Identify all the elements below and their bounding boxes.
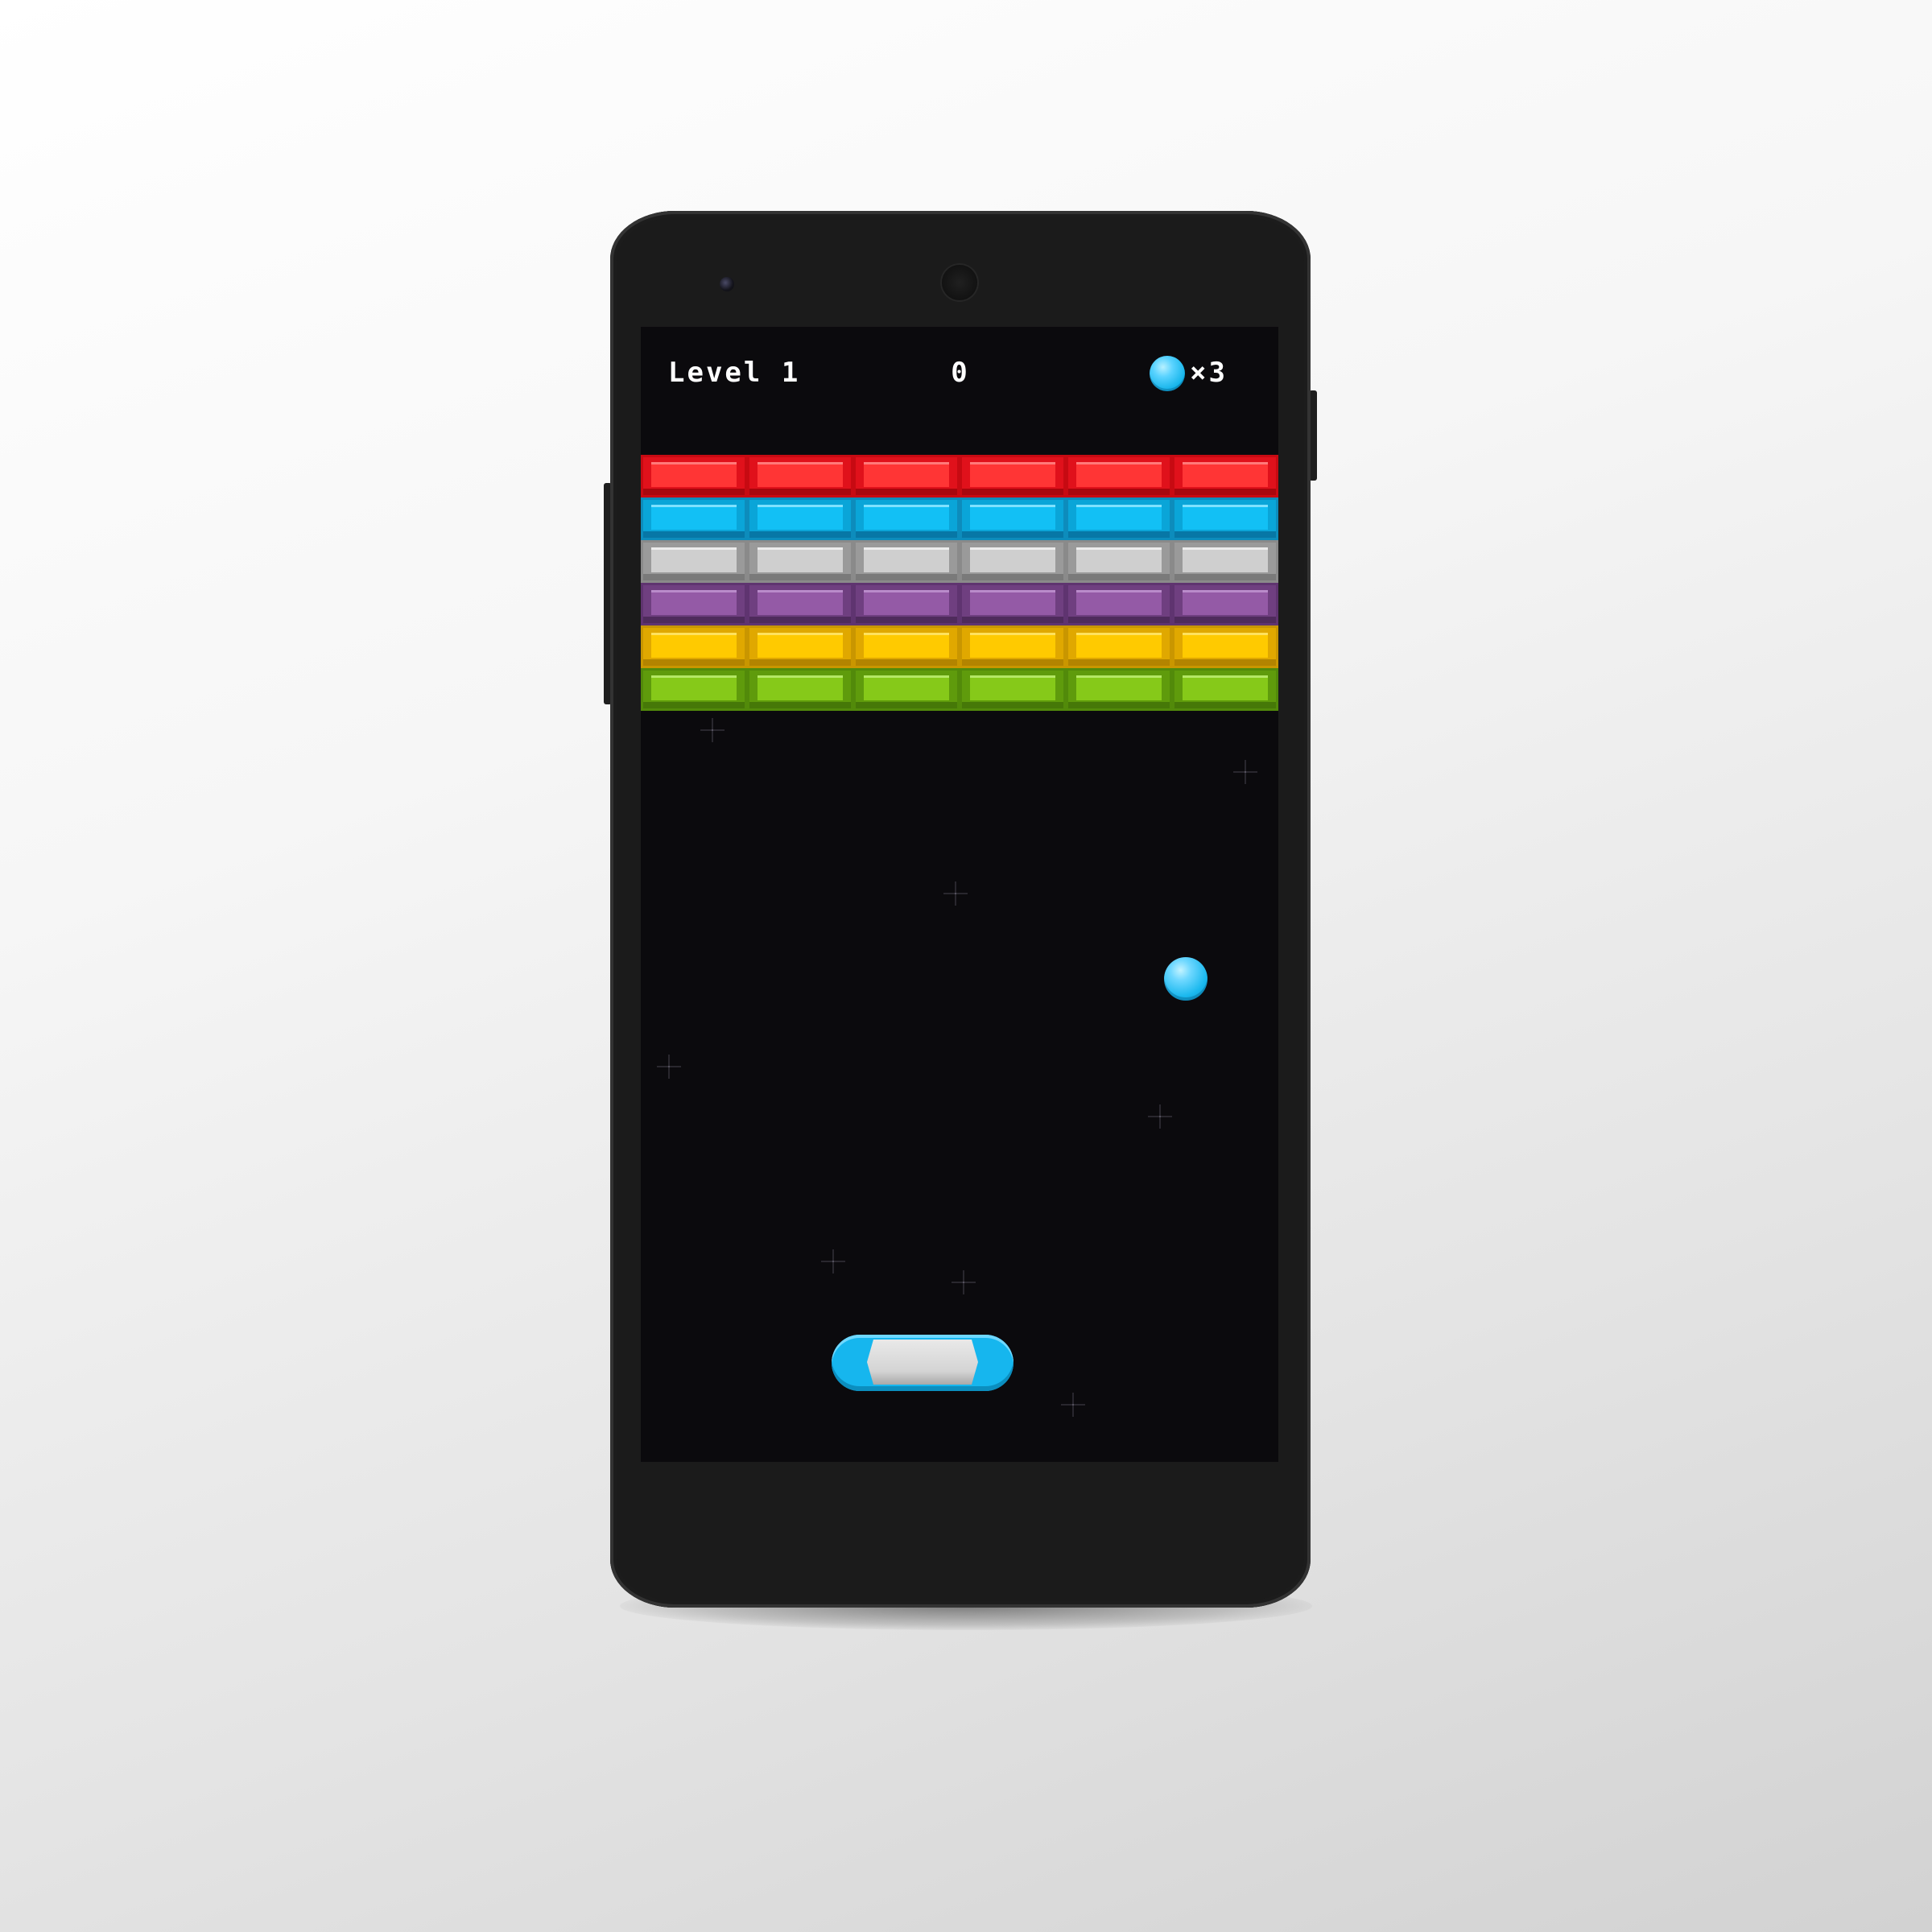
brick-row-blue [641,497,1278,540]
brick-green [1172,668,1278,711]
brick-yellow [747,625,853,668]
star-sparkle [657,1055,681,1079]
star-sparkle [1233,760,1257,784]
brick-row-red [641,455,1278,497]
brick-green [960,668,1066,711]
paddle[interactable] [832,1335,1013,1391]
earpiece-speaker-icon [942,265,977,300]
brick-gray [747,540,853,583]
brick-red [853,455,960,497]
star-sparkle [1148,1104,1172,1129]
brick-row-green [641,668,1278,711]
brick-red [747,455,853,497]
brick-blue [747,497,853,540]
brick-blue [1066,497,1172,540]
brick-green [641,668,747,711]
brick-blue [853,497,960,540]
star-sparkle [1061,1393,1085,1417]
game-screen[interactable]: Level 1 0 ×3 [641,327,1278,1462]
star-sparkle [821,1249,845,1274]
brick-gray [1172,540,1278,583]
brick-green [747,668,853,711]
brick-gray [853,540,960,583]
brick-purple [1172,583,1278,625]
brick-red [1172,455,1278,497]
score-value: 0 [951,357,970,389]
brick-purple [747,583,853,625]
brick-red [960,455,1066,497]
brick-blue [641,497,747,540]
brick-gray [641,540,747,583]
game-ball [1164,957,1208,1001]
front-camera-icon [720,277,734,291]
brick-red [1066,455,1172,497]
brick-yellow [1066,625,1172,668]
brick-green [853,668,960,711]
brick-yellow [641,625,747,668]
star-sparkle [943,881,968,906]
brick-purple [1066,583,1172,625]
star-sparkle [700,718,724,742]
brick-purple [853,583,960,625]
brick-row-purple [641,583,1278,625]
brick-green [1066,668,1172,711]
brick-gray [960,540,1066,583]
brick-row-yellow [641,625,1278,668]
star-sparkle [952,1270,976,1294]
brick-blue [960,497,1066,540]
lives-count: ×3 [1190,357,1228,389]
ball-icon [1150,356,1185,391]
brick-yellow [853,625,960,668]
brick-blue [1172,497,1278,540]
brick-row-gray [641,540,1278,583]
brick-yellow [1172,625,1278,668]
paddle-body [867,1340,978,1385]
brick-wall [641,455,1278,711]
brick-yellow [960,625,1066,668]
brick-purple [960,583,1066,625]
level-label: Level 1 [668,357,801,389]
brick-purple [641,583,747,625]
brick-red [641,455,747,497]
brick-gray [1066,540,1172,583]
